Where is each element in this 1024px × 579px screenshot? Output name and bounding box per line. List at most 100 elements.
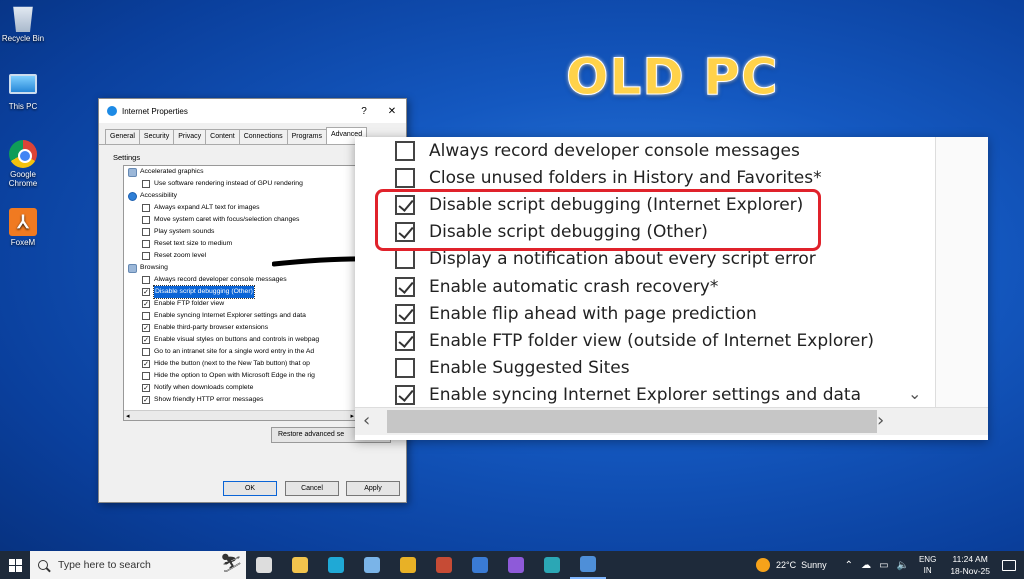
zoomed-option[interactable]: Enable Suggested Sites bbox=[395, 355, 630, 382]
weather-widget[interactable]: 22°C Sunny bbox=[756, 558, 827, 572]
scroll-left-icon[interactable]: ◂ bbox=[126, 412, 130, 420]
option-label: Always record developer console messages bbox=[429, 140, 800, 161]
help-button[interactable]: ? bbox=[350, 106, 378, 117]
option-checkbox[interactable] bbox=[142, 324, 150, 332]
taskbar-search-box[interactable]: Type here to search ⛷ bbox=[30, 551, 246, 579]
zoom-horizontal-scrollbar[interactable]: ‹ › bbox=[355, 407, 988, 435]
chevron-right-icon[interactable]: › bbox=[877, 410, 884, 431]
settings-option[interactable]: Enable FTP folder view bbox=[124, 298, 356, 310]
apply-button[interactable]: Apply bbox=[346, 481, 400, 496]
option-checkbox[interactable] bbox=[142, 312, 150, 320]
tab-content[interactable]: Content bbox=[205, 129, 240, 144]
cancel-button[interactable]: Cancel bbox=[285, 481, 339, 496]
settings-option[interactable]: Notify when downloads complete bbox=[124, 382, 356, 394]
clock-time: 11:24 AM bbox=[952, 554, 988, 564]
settings-option[interactable]: Always expand ALT text for images bbox=[124, 202, 356, 214]
taskbar-app[interactable] bbox=[318, 551, 354, 579]
close-button[interactable]: ✕ bbox=[378, 106, 406, 117]
settings-option[interactable]: Go to an intranet site for a single word… bbox=[124, 346, 356, 358]
settings-option[interactable]: Play system sounds bbox=[124, 226, 356, 238]
taskbar-app[interactable] bbox=[390, 551, 426, 579]
option-checkbox[interactable] bbox=[395, 385, 415, 406]
option-checkbox[interactable] bbox=[395, 330, 415, 351]
settings-category[interactable]: Accessibility bbox=[124, 190, 356, 202]
option-checkbox[interactable] bbox=[142, 384, 150, 392]
option-checkbox[interactable] bbox=[395, 358, 415, 379]
settings-option[interactable]: Hide the button (next to the New Tab but… bbox=[124, 358, 356, 370]
desktop-icon-foxem[interactable]: ⅄ FoxeM bbox=[0, 208, 46, 247]
option-checkbox[interactable] bbox=[142, 216, 150, 224]
tab-security[interactable]: Security bbox=[138, 129, 175, 144]
option-checkbox[interactable] bbox=[142, 288, 150, 296]
option-checkbox[interactable] bbox=[142, 372, 150, 380]
settings-horizontal-scrollbar[interactable]: ◂ ▸ bbox=[124, 410, 356, 420]
settings-option[interactable]: Enable visual styles on buttons and cont… bbox=[124, 334, 356, 346]
settings-option[interactable]: Enable syncing Internet Explorer setting… bbox=[124, 310, 356, 322]
taskbar-app[interactable] bbox=[534, 551, 570, 579]
desktop-icon-chrome[interactable]: Google Chrome bbox=[0, 140, 46, 188]
settings-option[interactable]: Use software rendering instead of GPU re… bbox=[124, 178, 356, 190]
option-checkbox[interactable] bbox=[395, 167, 415, 188]
option-checkbox[interactable] bbox=[142, 336, 150, 344]
zoomed-option[interactable]: Enable automatic crash recovery* bbox=[395, 273, 718, 300]
ok-button[interactable]: OK bbox=[223, 481, 277, 496]
control-panel-icon bbox=[580, 556, 596, 572]
zoomed-option[interactable]: Enable flip ahead with page prediction bbox=[395, 300, 757, 327]
clock-date: 18-Nov-25 bbox=[950, 566, 990, 576]
chevron-up-icon[interactable]: ⌃ bbox=[845, 560, 853, 571]
taskbar-app[interactable] bbox=[462, 551, 498, 579]
scroll-right-icon[interactable]: ▸ bbox=[350, 412, 354, 420]
zoomed-option[interactable]: Enable FTP folder view (outside of Inter… bbox=[395, 327, 874, 354]
taskbar-app[interactable] bbox=[282, 551, 318, 579]
option-checkbox[interactable] bbox=[142, 396, 150, 404]
taskbar-app[interactable] bbox=[354, 551, 390, 579]
settings-option[interactable]: Move system caret with focus/selection c… bbox=[124, 214, 356, 226]
tab-privacy[interactable]: Privacy bbox=[173, 129, 207, 144]
tab-programs[interactable]: Programs bbox=[286, 129, 327, 144]
zoomed-option[interactable]: Always record developer console messages bbox=[395, 137, 800, 164]
settings-tree[interactable]: Accelerated graphics Use software renderi… bbox=[123, 165, 357, 421]
option-checkbox[interactable] bbox=[142, 348, 150, 356]
settings-option[interactable]: Enable third-party browser extensions bbox=[124, 322, 356, 334]
tab-general[interactable]: General bbox=[105, 129, 140, 144]
option-checkbox[interactable] bbox=[142, 180, 150, 188]
chevron-left-icon[interactable]: ‹ bbox=[363, 410, 370, 431]
option-checkbox[interactable] bbox=[395, 276, 415, 297]
option-checkbox[interactable] bbox=[395, 140, 415, 161]
taskbar-app[interactable] bbox=[570, 551, 606, 579]
option-checkbox[interactable] bbox=[142, 240, 150, 248]
taskbar-app[interactable] bbox=[426, 551, 462, 579]
settings-category[interactable]: Accelerated graphics bbox=[124, 166, 356, 178]
option-checkbox[interactable] bbox=[142, 300, 150, 308]
option-checkbox[interactable] bbox=[142, 360, 150, 368]
desktop-icon-recycle-bin[interactable]: Recycle Bin bbox=[0, 4, 46, 43]
cloud-icon[interactable]: ☁ bbox=[861, 560, 871, 571]
notification-icon[interactable] bbox=[1002, 559, 1016, 571]
zoom-vertical-scrollbar[interactable] bbox=[936, 137, 988, 407]
settings-option[interactable]: Disable script debugging (Other) bbox=[124, 285, 356, 299]
option-checkbox[interactable] bbox=[142, 228, 150, 236]
taskbar-app[interactable] bbox=[246, 551, 282, 579]
chevron-down-icon[interactable]: ⌄ bbox=[908, 384, 921, 403]
option-checkbox[interactable] bbox=[142, 276, 150, 284]
option-checkbox[interactable] bbox=[142, 204, 150, 212]
zoomed-option[interactable]: Enable syncing Internet Explorer setting… bbox=[395, 382, 861, 409]
zoomed-option[interactable]: Close unused folders in History and Favo… bbox=[395, 164, 822, 191]
clock[interactable]: 11:24 AM 18-Nov-25 bbox=[950, 553, 990, 577]
settings-option[interactable]: Show friendly HTTP error messages bbox=[124, 394, 356, 406]
option-checkbox[interactable] bbox=[395, 249, 415, 270]
settings-option[interactable]: Hide the option to Open with Microsoft E… bbox=[124, 370, 356, 382]
option-checkbox[interactable] bbox=[142, 252, 150, 260]
language-indicator[interactable]: ENG IN bbox=[919, 554, 936, 576]
scrollbar-thumb[interactable] bbox=[387, 410, 877, 433]
start-button[interactable] bbox=[0, 551, 30, 579]
speaker-icon[interactable]: 🔈 bbox=[897, 560, 909, 571]
tab-connections[interactable]: Connections bbox=[238, 129, 288, 144]
option-label: Display a notification about every scrip… bbox=[429, 249, 816, 270]
desktop-icon-label: Google Chrome bbox=[8, 170, 38, 188]
option-checkbox[interactable] bbox=[395, 303, 415, 324]
desktop-icon-this-pc[interactable]: This PC bbox=[0, 74, 46, 111]
taskbar-app[interactable] bbox=[498, 551, 534, 579]
internet-explorer-icon bbox=[107, 106, 117, 116]
network-icon[interactable]: ▭ bbox=[879, 560, 888, 571]
